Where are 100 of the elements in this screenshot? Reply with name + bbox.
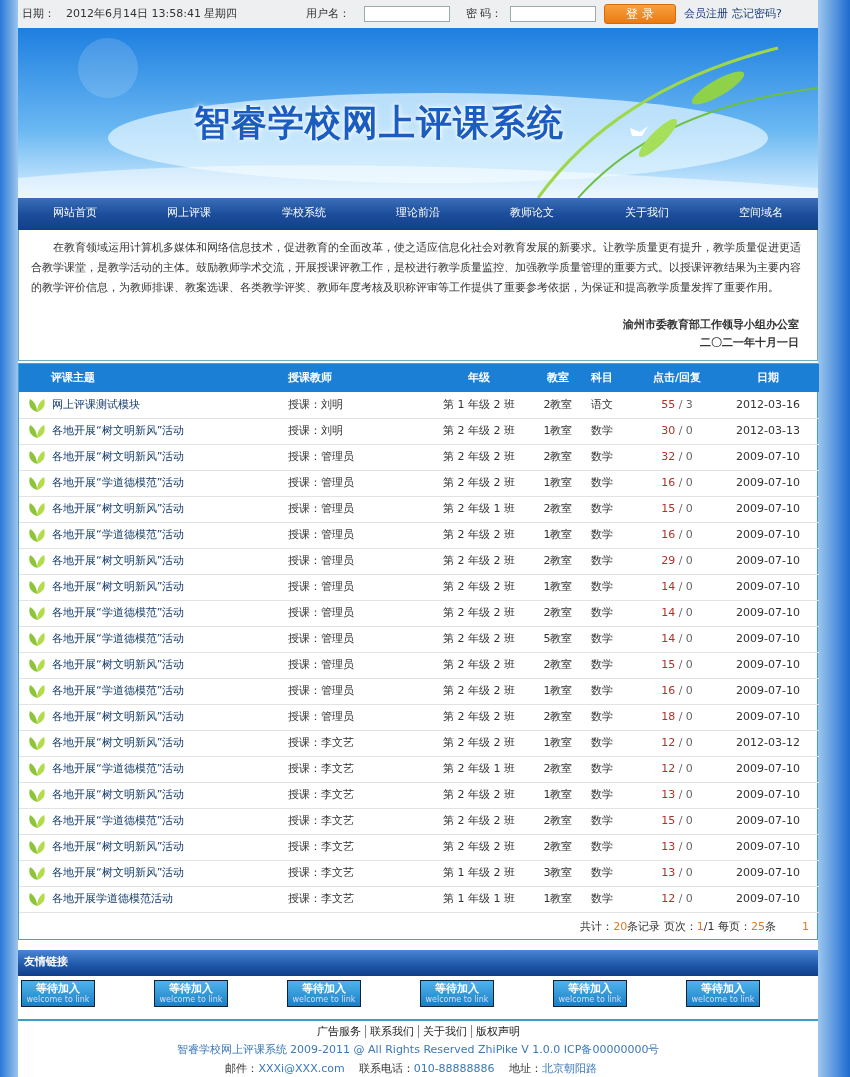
replies-count: / 0	[678, 579, 693, 593]
leaf-icon	[28, 656, 46, 673]
teacher-cell: 授课：管理员	[287, 652, 423, 678]
room-cell: 2教室	[535, 808, 581, 834]
teacher-cell: 授课：李文艺	[287, 730, 423, 756]
footer-link[interactable]: 联系我们	[364, 1024, 418, 1038]
grade-cell: 第 2 年级 2 班	[423, 834, 535, 860]
leaf-icon	[28, 448, 46, 465]
clicks-count: 15	[661, 813, 676, 827]
grade-cell: 第 2 年级 2 班	[423, 548, 535, 574]
topic-link[interactable]: 各地开展“树文明新风”活动	[52, 735, 185, 749]
topic-link[interactable]: 各地开展“学道德模范”活动	[52, 813, 185, 827]
topic-link[interactable]: 各地开展“树文明新风”活动	[52, 865, 185, 879]
grade-cell: 第 2 年级 2 班	[423, 704, 535, 730]
room-cell: 1教室	[535, 418, 581, 444]
subject-cell: 数学	[581, 730, 637, 756]
replies-count: / 0	[678, 423, 693, 437]
pager-text: 共计：	[580, 919, 614, 933]
password-field[interactable]	[510, 6, 596, 22]
date-cell: 2012-03-13	[717, 418, 819, 444]
replies-count: / 0	[678, 553, 693, 567]
nav-link[interactable]: 教师论文	[475, 198, 590, 230]
column-header: 年级	[423, 364, 535, 392]
clicks-count: 30	[661, 423, 676, 437]
topic-link[interactable]: 各地开展“树文明新风”活动	[52, 579, 185, 593]
room-cell: 1教室	[535, 470, 581, 496]
topic-link[interactable]: 各地开展“树文明新风”活动	[52, 839, 185, 853]
clicks-count: 32	[661, 449, 676, 463]
grade-cell: 第 2 年级 2 班	[423, 418, 535, 444]
nav-link[interactable]: 网站首页	[18, 198, 133, 230]
teacher-cell: 授课：李文艺	[287, 886, 423, 912]
topic-link[interactable]: 各地开展“树文明新风”活动	[52, 553, 185, 567]
teacher-cell: 授课：管理员	[287, 600, 423, 626]
room-cell: 2教室	[535, 392, 581, 418]
replies-count: / 0	[678, 475, 693, 489]
contact-value: 010-88888886	[413, 1061, 495, 1075]
leaf-icon	[28, 708, 46, 725]
grade-cell: 第 1 年级 1 班	[423, 886, 535, 912]
pager-text: /1 每页：	[703, 919, 751, 933]
room-cell: 2教室	[535, 496, 581, 522]
date-cell: 2009-07-10	[717, 834, 819, 860]
contact-label: 邮件：	[225, 1061, 259, 1075]
nav-link[interactable]: 空间域名	[703, 198, 818, 230]
nav-link[interactable]: 理论前沿	[360, 198, 476, 230]
teacher-cell: 授课：管理员	[287, 574, 423, 600]
leaf-icon	[28, 526, 46, 543]
teacher-cell: 授课：刘明	[287, 418, 423, 444]
topic-link[interactable]: 各地开展“树文明新风”活动	[52, 501, 185, 515]
teacher-cell: 授课：管理员	[287, 678, 423, 704]
topic-link[interactable]: 各地开展“学道德模范”活动	[52, 475, 185, 489]
room-cell: 1教室	[535, 574, 581, 600]
subject-cell: 数学	[581, 808, 637, 834]
topic-link[interactable]: 各地开展学道德模范活动	[52, 891, 173, 905]
grade-cell: 第 2 年级 1 班	[423, 756, 535, 782]
clicks-count: 18	[661, 709, 676, 723]
footer-link[interactable]: 广告服务	[312, 1024, 365, 1038]
leaf-icon	[28, 838, 46, 855]
contact-value: XXXi@XXX.com	[258, 1061, 345, 1075]
topic-link[interactable]: 各地开展“树文明新风”活动	[52, 709, 185, 723]
clicks-count: 12	[661, 761, 676, 775]
topic-link[interactable]: 各地开展“学道德模范”活动	[52, 527, 185, 541]
pager-text: 条记录 页次：	[627, 919, 697, 933]
footer-link[interactable]: 关于我们	[417, 1024, 471, 1038]
register-link[interactable]: 会员注册	[684, 5, 728, 23]
teacher-cell: 授课：李文艺	[287, 756, 423, 782]
leaf-icon	[28, 552, 46, 569]
topic-link[interactable]: 各地开展“树文明新风”活动	[52, 657, 185, 671]
teacher-cell: 授课：管理员	[287, 496, 423, 522]
topic-link[interactable]: 各地开展“树文明新风”活动	[52, 449, 185, 463]
subject-cell: 数学	[581, 418, 637, 444]
topic-link[interactable]: 网上评课测试模块	[52, 397, 140, 411]
clicks-count: 15	[661, 501, 676, 515]
nav-link[interactable]: 学校系统	[246, 198, 361, 230]
date-cell: 2009-07-10	[717, 522, 819, 548]
column-header: 教室	[535, 364, 581, 392]
clicks-count: 29	[661, 553, 676, 567]
nav-link[interactable]: 网上评课	[132, 198, 247, 230]
username-field[interactable]	[364, 6, 450, 22]
leaf-icon	[28, 682, 46, 699]
subject-cell: 数学	[581, 574, 637, 600]
room-cell: 5教室	[535, 626, 581, 652]
teacher-cell: 授课：李文艺	[287, 808, 423, 834]
topic-link[interactable]: 各地开展“学道德模范”活动	[52, 631, 185, 645]
topic-link[interactable]: 各地开展“学道德模范”活动	[52, 605, 185, 619]
nav-link[interactable]: 关于我们	[589, 198, 704, 230]
grade-cell: 第 2 年级 2 班	[423, 678, 535, 704]
footer-link[interactable]: 版权声明	[470, 1024, 524, 1038]
replies-count: / 0	[678, 709, 693, 723]
forgot-password-link[interactable]: 忘记密码?	[732, 5, 782, 23]
teacher-cell: 授课：管理员	[287, 548, 423, 574]
topic-link[interactable]: 各地开展“学道德模范”活动	[52, 683, 185, 697]
clicks-count: 14	[661, 579, 676, 593]
grade-cell: 第 2 年级 2 班	[423, 444, 535, 470]
topic-link[interactable]: 各地开展“学道德模范”活动	[52, 761, 185, 775]
clicks-count: 12	[661, 891, 676, 905]
subject-cell: 数学	[581, 756, 637, 782]
topic-link[interactable]: 各地开展“树文明新风”活动	[52, 787, 185, 801]
date-cell: 2009-07-10	[717, 652, 819, 678]
section-header: 友情链接	[18, 949, 818, 976]
topic-link[interactable]: 各地开展“树文明新风”活动	[52, 423, 185, 437]
